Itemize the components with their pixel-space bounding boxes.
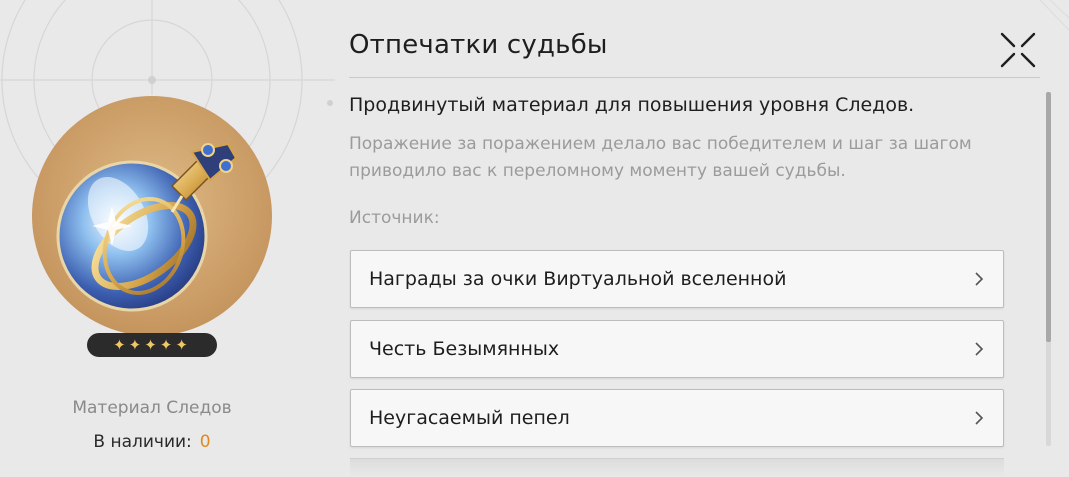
item-illustration: [32, 96, 272, 336]
item-flavor-text: Поражение за поражением делало вас побед…: [349, 134, 972, 181]
item-description: Продвинутый материал для повышения уровн…: [349, 94, 915, 116]
rarity-stars-badge: ✦✦✦✦✦: [87, 333, 217, 357]
item-type-label: Материал Следов: [72, 398, 232, 418]
source-button-virtual-universe[interactable]: Награды за очки Виртуальной вселенной: [350, 250, 1004, 308]
source-button-label: Неугасаемый пепел: [369, 407, 570, 429]
chevron-right-icon: [975, 411, 984, 425]
source-button-nameless-honor[interactable]: Честь Безымянных: [350, 320, 1004, 378]
title-divider: [349, 77, 1040, 78]
source-list-overflow-edge: [350, 458, 1004, 477]
source-button-undying-embers[interactable]: Неугасаемый пепел: [350, 389, 1004, 447]
chevron-right-icon: [975, 272, 984, 286]
stock-count: 0: [199, 432, 211, 452]
page-title: Отпечатки судьбы: [349, 30, 608, 60]
close-icon[interactable]: [996, 28, 1040, 72]
scrollbar-thumb[interactable]: [1046, 92, 1051, 342]
stock-info: В наличии: 0: [0, 432, 304, 452]
source-button-label: Честь Безымянных: [369, 338, 560, 360]
stock-label: В наличии:: [93, 432, 192, 452]
source-button-label: Награды за очки Виртуальной вселенной: [369, 268, 787, 290]
chevron-right-icon: [975, 342, 984, 356]
source-heading: Источник:: [349, 208, 440, 228]
star-icons: ✦✦✦✦✦: [113, 336, 191, 354]
